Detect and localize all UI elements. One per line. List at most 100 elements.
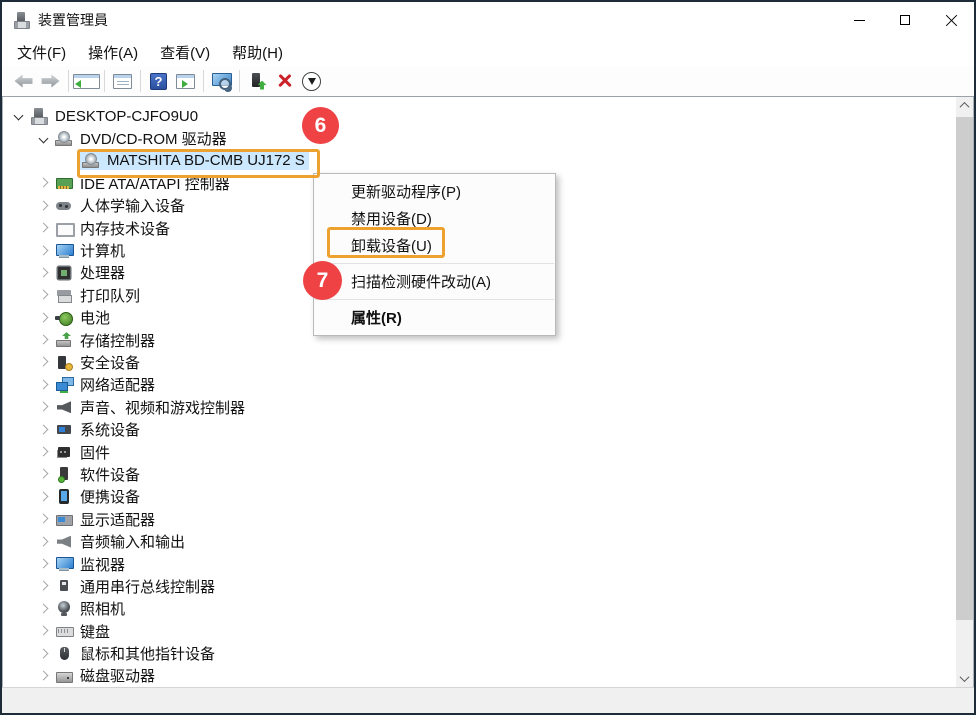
- tree-item[interactable]: 系统设备: [3, 418, 956, 440]
- maximize-button[interactable]: [882, 2, 928, 38]
- chevron-icon[interactable]: [36, 377, 53, 393]
- context-menu-item[interactable]: 属性(R): [314, 304, 555, 331]
- chevron-icon[interactable]: [36, 198, 53, 214]
- tree-item[interactable]: 通用串行总线控制器: [3, 575, 956, 597]
- tree-item-body[interactable]: 软件设备: [53, 463, 144, 486]
- tree-item[interactable]: 监视器: [3, 553, 956, 575]
- chevron-icon[interactable]: [36, 534, 53, 550]
- forward-button[interactable]: [37, 68, 64, 94]
- vertical-scrollbar[interactable]: [956, 97, 973, 687]
- chevron-icon[interactable]: [36, 578, 53, 594]
- scan-hardware-changes-button[interactable]: [298, 68, 325, 94]
- tree-item[interactable]: 键盘: [3, 620, 956, 642]
- tree-item[interactable]: 固件: [3, 441, 956, 463]
- chevron-icon[interactable]: [36, 623, 53, 639]
- chevron-icon[interactable]: [36, 466, 53, 482]
- chevron-icon[interactable]: [36, 422, 53, 438]
- scrollbar-up-button[interactable]: [956, 97, 973, 114]
- chevron-icon[interactable]: [36, 399, 53, 415]
- tree-item-body[interactable]: 鼠标和其他指针设备: [53, 642, 219, 665]
- tree-item[interactable]: 音频输入和输出: [3, 530, 956, 552]
- tree-item[interactable]: 鼠标和其他指针设备: [3, 642, 956, 664]
- tree-item-body[interactable]: 打印队列: [53, 284, 144, 307]
- tree-item-body[interactable]: 磁盘驱动器: [53, 664, 159, 687]
- tree-item-body[interactable]: 人体学输入设备: [53, 194, 189, 217]
- tree-item-body[interactable]: 处理器: [53, 261, 129, 284]
- tree-item[interactable]: 照相机: [3, 598, 956, 620]
- tree-item[interactable]: 磁盘驱动器: [3, 665, 956, 687]
- context-menu-item[interactable]: 扫描检测硬件改动(A): [314, 268, 555, 295]
- properties-button[interactable]: [109, 68, 136, 94]
- chevron-icon[interactable]: [11, 108, 28, 124]
- minimize-button[interactable]: [836, 2, 882, 38]
- chevron-icon[interactable]: [36, 354, 53, 370]
- tree-item-body[interactable]: 照相机: [53, 597, 129, 620]
- chevron-icon[interactable]: [36, 668, 53, 684]
- chevron-icon[interactable]: [36, 220, 53, 236]
- tree-item-body[interactable]: 计算机: [53, 239, 129, 262]
- tree-item-body[interactable]: 固件: [53, 441, 114, 464]
- tree-item[interactable]: 便携设备: [3, 486, 956, 508]
- chevron-icon[interactable]: [36, 131, 53, 147]
- tree-item-body[interactable]: IDE ATA/ATAPI 控制器: [53, 172, 234, 195]
- tree-item-body[interactable]: 网络适配器: [53, 373, 159, 396]
- toolbar-separator: [104, 70, 105, 92]
- help-button[interactable]: ?: [145, 68, 172, 94]
- tree-item[interactable]: 网络适配器: [3, 374, 956, 396]
- scrollbar-down-button[interactable]: [956, 670, 973, 687]
- tree-item-body[interactable]: DVD/CD-ROM 驱动器: [53, 127, 231, 150]
- chevron-icon[interactable]: [36, 646, 53, 662]
- uninstall-device-button[interactable]: [271, 68, 298, 94]
- tree-item-body[interactable]: MATSHITA BD-CMB UJ172 S: [80, 151, 309, 170]
- tree-item-body[interactable]: 显示适配器: [53, 508, 159, 531]
- console-tree-button[interactable]: [73, 68, 100, 94]
- close-button[interactable]: [928, 2, 974, 38]
- tree-item-body[interactable]: 声音、视频和游戏控制器: [53, 396, 249, 419]
- chevron-icon[interactable]: [36, 310, 53, 326]
- tree-item-body[interactable]: 音频输入和输出: [53, 530, 189, 553]
- menubar-item[interactable]: 操作(A): [77, 39, 149, 66]
- context-menu-item[interactable]: [315, 299, 554, 300]
- chevron-icon[interactable]: [36, 444, 53, 460]
- chevron-icon[interactable]: [36, 489, 53, 505]
- update-driver-button[interactable]: [244, 68, 271, 94]
- chevron-icon[interactable]: [36, 511, 53, 527]
- chevron-icon[interactable]: [36, 243, 53, 259]
- chevron-icon[interactable]: [36, 265, 53, 281]
- scrollbar-thumb[interactable]: [956, 117, 973, 620]
- scan-hardware-changes-icon: [302, 72, 321, 91]
- tree-item-body[interactable]: 监视器: [53, 553, 129, 576]
- computer-search-button[interactable]: [208, 68, 235, 94]
- context-menu-item[interactable]: [315, 263, 554, 264]
- context-menu-item[interactable]: 卸载设备(U): [314, 232, 555, 259]
- tree-item-body[interactable]: 便携设备: [53, 485, 144, 508]
- chevron-icon[interactable]: [36, 175, 53, 191]
- back-button[interactable]: [10, 68, 37, 94]
- chevron-icon[interactable]: [63, 153, 80, 169]
- tree-item-body[interactable]: 系统设备: [53, 418, 144, 441]
- tree-item[interactable]: 软件设备: [3, 463, 956, 485]
- context-menu-item[interactable]: 禁用设备(D): [314, 205, 555, 232]
- tree-item-body[interactable]: 键盘: [53, 620, 114, 643]
- tree-item-body[interactable]: 安全设备: [53, 351, 144, 374]
- chevron-icon[interactable]: [36, 332, 53, 348]
- tree-item[interactable]: 声音、视频和游戏控制器: [3, 396, 956, 418]
- tree-item-body[interactable]: 内存技术设备: [53, 217, 174, 240]
- chevron-icon[interactable]: [36, 556, 53, 572]
- tree-item-body[interactable]: DESKTOP-CJFO9U0: [28, 107, 202, 126]
- chevron-icon[interactable]: [36, 601, 53, 617]
- tree-item[interactable]: MATSHITA BD-CMB UJ172 S: [3, 150, 956, 172]
- tree-item[interactable]: 安全设备: [3, 351, 956, 373]
- tree-item[interactable]: 显示适配器: [3, 508, 956, 530]
- tree-item-body[interactable]: 通用串行总线控制器: [53, 575, 219, 598]
- context-menu-item[interactable]: 更新驱动程序(P): [314, 178, 555, 205]
- menubar-item[interactable]: 查看(V): [149, 39, 221, 66]
- menubar-item[interactable]: 帮助(H): [221, 39, 294, 66]
- chevron-icon[interactable]: [36, 287, 53, 303]
- menubar-item[interactable]: 文件(F): [6, 39, 77, 66]
- action-pane-button[interactable]: [172, 68, 199, 94]
- tree-item[interactable]: DVD/CD-ROM 驱动器: [3, 127, 956, 149]
- tree-item-body[interactable]: 电池: [53, 306, 114, 329]
- tree-item[interactable]: DESKTOP-CJFO9U0: [3, 105, 956, 127]
- tree-item-body[interactable]: 存储控制器: [53, 329, 159, 352]
